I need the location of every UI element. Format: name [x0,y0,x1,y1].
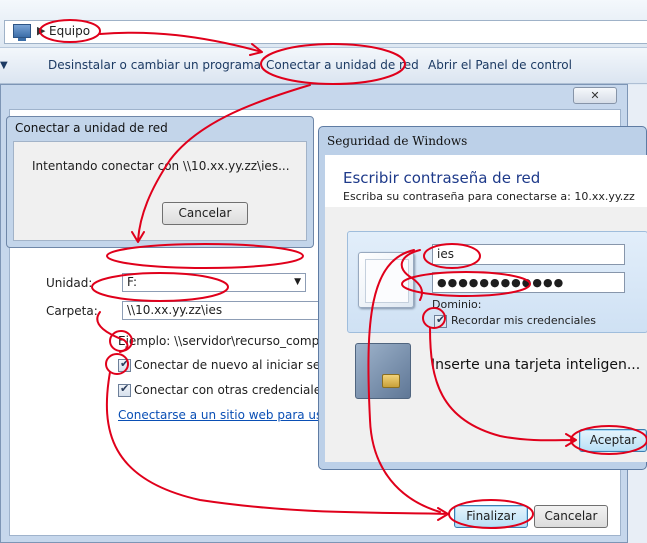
connecting-message: Intentando conectar con \\10.xx.yy.zz\ie… [32,159,290,173]
smartcard-label[interactable]: Inserte una tarjeta inteligen... [431,357,640,373]
reconnect-checkbox[interactable] [118,357,131,372]
security-header: Escribir contraseña de red Escriba su co… [325,155,647,207]
dialog-body: Intentando conectar con \\10.xx.yy.zz\ie… [13,141,307,241]
address-box[interactable]: ▶ Equipo [4,20,647,44]
dropdown-arrow-icon[interactable]: ▼ [0,60,8,71]
cancel-connect-button[interactable]: Cancelar [162,202,248,225]
credential-tile[interactable]: ies ●●●●●●●●●●●● Dominio: Recordar mis c… [347,231,647,333]
uninstall-program-command[interactable]: Desinstalar o cambiar un programa [48,58,261,72]
control-panel-command[interactable]: Abrir el Panel de control [428,58,572,72]
computer-icon [13,24,31,41]
finish-button[interactable]: Finalizar [454,505,528,528]
drive-label: Unidad: [46,276,93,290]
security-heading: Escribir contraseña de red [343,169,541,187]
map-network-drive-command[interactable]: Conectar a unidad de red [266,58,419,72]
other-credentials-checkbox[interactable] [118,382,131,397]
chevron-down-icon[interactable]: ▼ [294,274,301,291]
user-avatar-icon [358,252,414,308]
close-button[interactable]: ✕ [573,87,617,104]
smartcard-icon [355,343,411,399]
folder-example: Ejemplo: \\servidor\recurso_comparti [118,334,340,348]
dialog-title: Seguridad de Windows [327,134,468,148]
remember-credentials-label: Recordar mis credenciales [451,314,596,327]
drive-value: F: [127,275,138,289]
address-text[interactable]: Equipo [49,24,90,38]
username-input[interactable]: ies [432,244,625,265]
other-credentials-label: Conectar con otras credenciales [134,383,328,397]
security-subtitle: Escriba su contraseña para conectarse a:… [343,190,635,203]
address-bar: ▶ Equipo [0,0,647,48]
chip-icon [382,374,400,388]
folder-input[interactable]: \\10.xx.yy.zz\ies [122,301,325,320]
password-input[interactable]: ●●●●●●●●●●●● [432,272,625,293]
connecting-dialog: Conectar a unidad de red Intentando cone… [6,116,314,248]
accept-button[interactable]: Aceptar [579,429,647,452]
dialog-title: Conectar a unidad de red [15,121,168,135]
security-body: ies ●●●●●●●●●●●● Dominio: Recordar mis c… [325,207,647,462]
domain-label: Dominio: [432,298,482,311]
folder-label: Carpeta: [46,304,98,318]
reconnect-label: Conectar de nuevo al iniciar sesión [134,358,345,372]
cancel-button[interactable]: Cancelar [534,505,608,528]
drive-select[interactable]: F: ▼ [122,273,306,292]
command-bar: ▼ Desinstalar o cambiar un programa Cone… [0,48,647,84]
windows-security-dialog: Seguridad de Windows Escribir contraseña… [318,126,647,470]
remember-credentials-checkbox[interactable] [434,313,447,328]
chevron-right-icon[interactable]: ▶ [37,24,45,37]
